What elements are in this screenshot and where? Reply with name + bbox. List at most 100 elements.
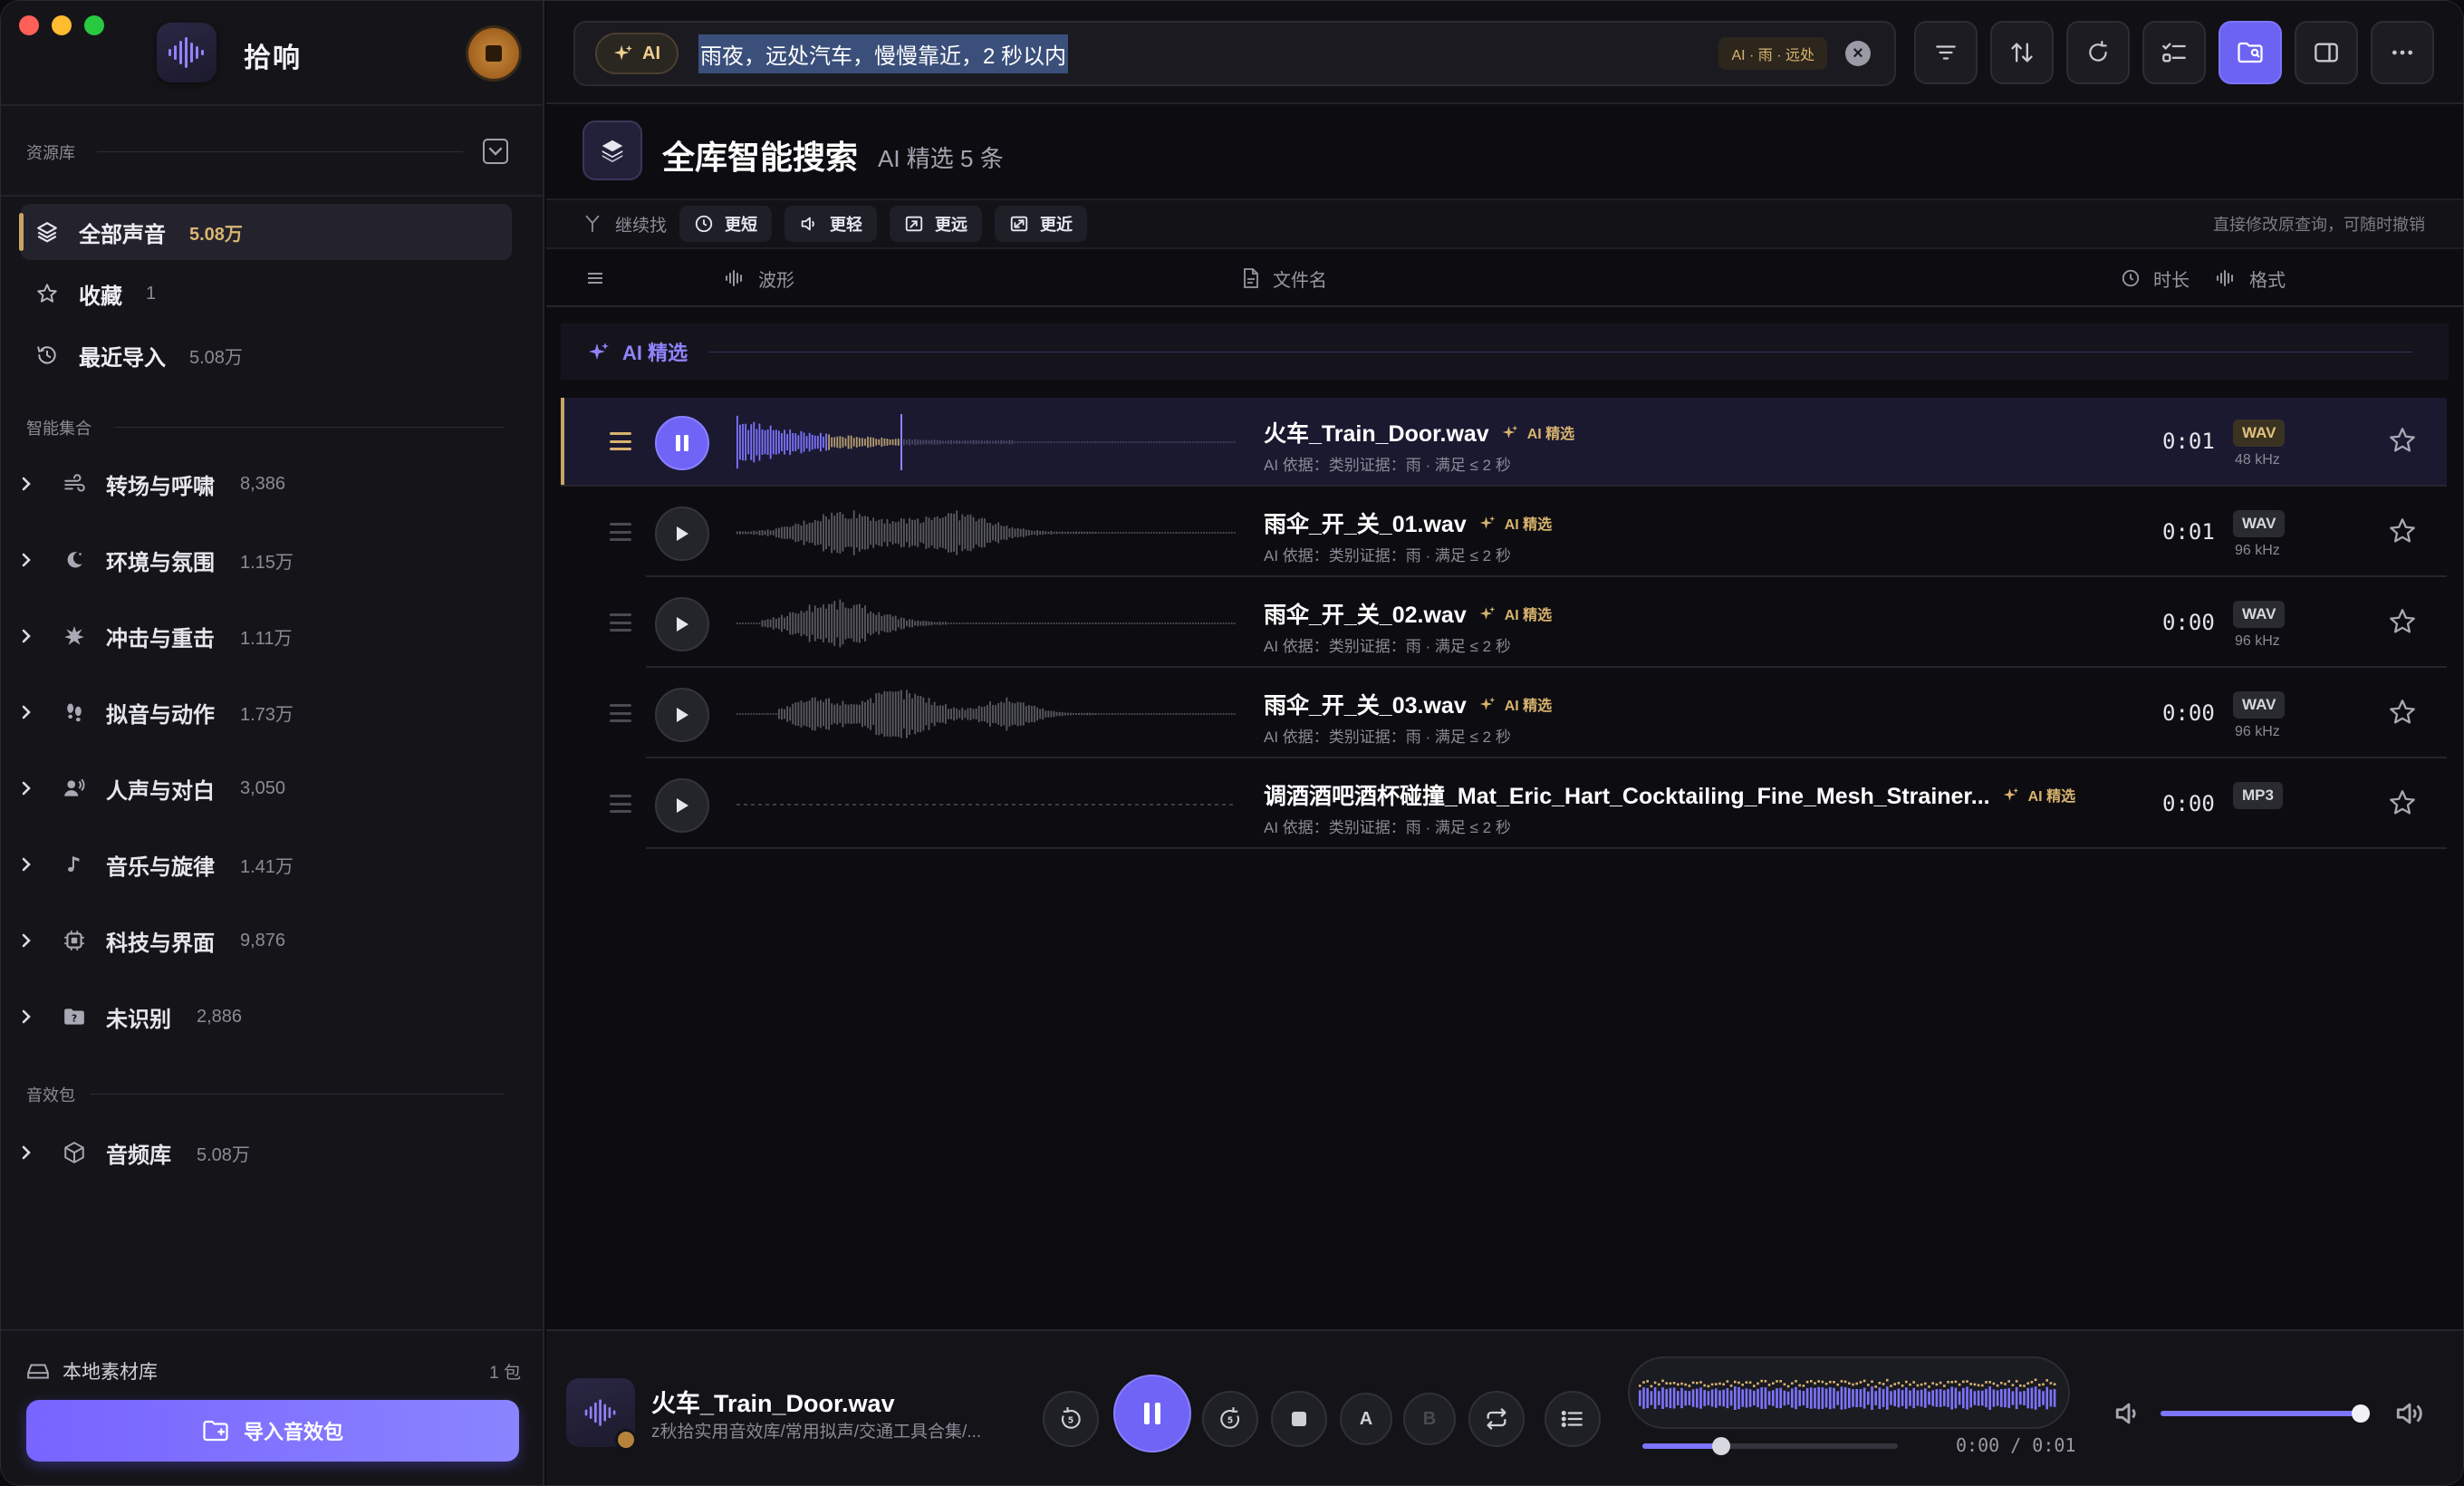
sidebar-item-music[interactable]: 音乐与旋律 1.41万	[15, 836, 510, 893]
favorite-star-icon[interactable]	[2387, 425, 2418, 456]
more-button[interactable]	[2371, 21, 2434, 84]
column-header-waveform[interactable]: 波形	[724, 265, 794, 292]
table-row[interactable]: 雨伞_开_关_03.wav AI 精选 AI 依据：类别证据：雨 · 满足 ≤ …	[610, 670, 2447, 758]
row-filename[interactable]: 调酒酒吧酒杯碰撞_Mat_Eric_Hart_Cocktailing_Fine_…	[1264, 778, 2075, 811]
seek-slider[interactable]	[1642, 1437, 1898, 1455]
column-header-format[interactable]: 格式	[2215, 265, 2286, 292]
sidebar-item-audio-library[interactable]: 音频库 5.08万	[15, 1124, 510, 1181]
loop-point-b-button[interactable]: B	[1403, 1393, 1456, 1445]
row-drag-handle[interactable]	[610, 704, 631, 722]
row-waveform[interactable]	[736, 595, 1237, 651]
sidebar-item-foley[interactable]: 拟音与动作 1.73万	[15, 684, 510, 740]
filter-button[interactable]	[1914, 21, 1978, 84]
skip-forward-button[interactable]: 5	[1202, 1391, 1258, 1447]
minimize-window-button[interactable]	[52, 15, 72, 35]
repeat-button[interactable]	[1468, 1391, 1525, 1447]
collapse-library-icon[interactable]	[483, 139, 508, 164]
sidebar-item-recent-imports[interactable]: 最近导入 5.08万	[21, 327, 512, 383]
chevron-right-icon[interactable]	[15, 701, 37, 723]
local-library-row[interactable]: 本地素材库 1 包	[26, 1355, 521, 1387]
waveform-bar	[1208, 622, 1211, 624]
volume-knob[interactable]	[2352, 1404, 2371, 1423]
import-pack-button[interactable]: 导入音效包	[26, 1400, 519, 1462]
play-pause-button[interactable]	[1113, 1375, 1191, 1452]
column-drag-handle[interactable]	[586, 271, 604, 285]
row-waveform[interactable]	[736, 777, 1237, 833]
favorite-star-icon[interactable]	[2387, 606, 2418, 637]
volume-slider[interactable]	[2161, 1404, 2371, 1423]
volume-up-icon[interactable]	[2394, 1400, 2425, 1432]
table-row[interactable]: 雨伞_开_关_02.wav AI 精选 AI 依据：类别证据：雨 · 满足 ≤ …	[610, 579, 2447, 668]
row-play-button[interactable]	[655, 507, 709, 561]
favorite-star-icon[interactable]	[2387, 787, 2418, 818]
favorite-star-icon[interactable]	[2387, 516, 2418, 546]
refine-quieter-button[interactable]: 更轻	[784, 206, 878, 242]
refine-shorter-button[interactable]: 更短	[679, 206, 773, 242]
chevron-right-icon[interactable]	[15, 930, 37, 951]
sidebar-item-voice[interactable]: 人声与对白 3,050	[15, 760, 510, 816]
row-waveform[interactable]	[736, 686, 1237, 742]
row-filename[interactable]: 雨伞_开_关_02.wav AI 精选	[1264, 597, 1552, 630]
queue-button[interactable]	[1545, 1391, 1601, 1447]
refine-closer-button[interactable]: 更近	[995, 206, 1088, 242]
zoom-window-button[interactable]	[84, 15, 104, 35]
row-play-button[interactable]	[655, 597, 709, 651]
search-bar[interactable]: AI 雨夜，远处汽车，慢慢靠近，2 秒以内 AI · 雨 · 远处 ×	[573, 21, 1896, 86]
row-drag-handle[interactable]	[610, 523, 631, 541]
sidebar-item-impacts[interactable]: 冲击与重击 1.11万	[15, 608, 510, 664]
chevron-right-icon[interactable]	[15, 1142, 37, 1163]
seek-knob[interactable]	[1712, 1437, 1731, 1455]
folder-view-button[interactable]	[2219, 21, 2282, 84]
row-play-button[interactable]	[655, 416, 709, 470]
row-drag-handle[interactable]	[610, 613, 631, 632]
record-stop-button[interactable]	[468, 28, 519, 79]
ai-picks-group-header[interactable]: AI 精选	[561, 323, 2449, 380]
reveal-in-finder-badge[interactable]	[615, 1429, 637, 1451]
skip-back-button[interactable]: 5	[1043, 1391, 1099, 1447]
row-filename[interactable]: 雨伞_开_关_03.wav AI 精选	[1264, 688, 1552, 720]
sidebar-item-unidentified[interactable]: ? 未识别 2,886	[15, 989, 510, 1045]
refresh-button[interactable]	[2066, 21, 2130, 84]
table-row[interactable]: 调酒酒吧酒杯碰撞_Mat_Eric_Hart_Cocktailing_Fine_…	[610, 760, 2447, 849]
table-row[interactable]: 火车_Train_Door.wav AI 精选 AI 依据：类别证据：雨 · 满…	[561, 398, 2447, 487]
search-tag-chip[interactable]: AI · 雨 · 远处	[1718, 37, 1827, 70]
chevron-right-icon[interactable]	[15, 1006, 37, 1028]
sidebar-item-ambience[interactable]: 环境与氛围 1.15万	[15, 532, 510, 588]
stop-button[interactable]	[1271, 1391, 1327, 1447]
chevron-right-icon[interactable]	[15, 854, 37, 875]
chevron-right-icon[interactable]	[15, 549, 37, 571]
sidebar-item-transitions[interactable]: 转场与呼啸 8,386	[15, 456, 510, 512]
sidebar-item-tech[interactable]: 科技与界面 9,876	[15, 912, 510, 969]
refine-farther-button[interactable]: 更远	[890, 206, 983, 242]
row-waveform[interactable]	[736, 414, 1237, 470]
column-header-filename[interactable]: 文件名	[1242, 265, 1327, 292]
ai-mode-toggle[interactable]: AI	[595, 33, 679, 74]
row-play-button[interactable]	[655, 688, 709, 742]
favorite-star-icon[interactable]	[2387, 697, 2418, 728]
chevron-right-icon[interactable]	[15, 473, 37, 495]
column-header-duration[interactable]: 时长	[2121, 265, 2190, 292]
sidebar-item-all-sounds[interactable]: 全部声音 5.08万	[19, 204, 512, 260]
chevron-right-icon[interactable]	[15, 777, 37, 799]
row-filename[interactable]: 雨伞_开_关_01.wav AI 精选	[1264, 507, 1552, 539]
waveform-bar	[953, 513, 955, 553]
sort-button[interactable]	[1990, 21, 2054, 84]
volume-down-icon[interactable]	[2113, 1400, 2144, 1432]
checklist-button[interactable]	[2142, 21, 2206, 84]
row-waveform[interactable]	[736, 505, 1237, 561]
toggle-panel-button[interactable]	[2295, 21, 2358, 84]
row-filename[interactable]: 火车_Train_Door.wav AI 精选	[1264, 416, 1574, 449]
table-row[interactable]: 雨伞_开_关_01.wav AI 精选 AI 依据：类别证据：雨 · 满足 ≤ …	[610, 488, 2447, 577]
sidebar-item-favorites[interactable]: 收藏 1	[21, 265, 512, 322]
waveform-bar	[997, 622, 1000, 624]
loop-point-a-button[interactable]: A	[1340, 1393, 1392, 1445]
close-window-button[interactable]	[19, 15, 39, 35]
row-play-button[interactable]	[655, 778, 709, 833]
waveform-bar	[995, 440, 996, 444]
row-drag-handle[interactable]	[610, 795, 631, 813]
search-input[interactable]: 雨夜，远处汽车，慢慢靠近，2 秒以内	[698, 34, 1069, 73]
row-drag-handle[interactable]	[610, 432, 631, 450]
chevron-right-icon[interactable]	[15, 625, 37, 647]
mini-waveform[interactable]	[1628, 1356, 2070, 1429]
clear-search-icon[interactable]: ×	[1845, 41, 1871, 66]
